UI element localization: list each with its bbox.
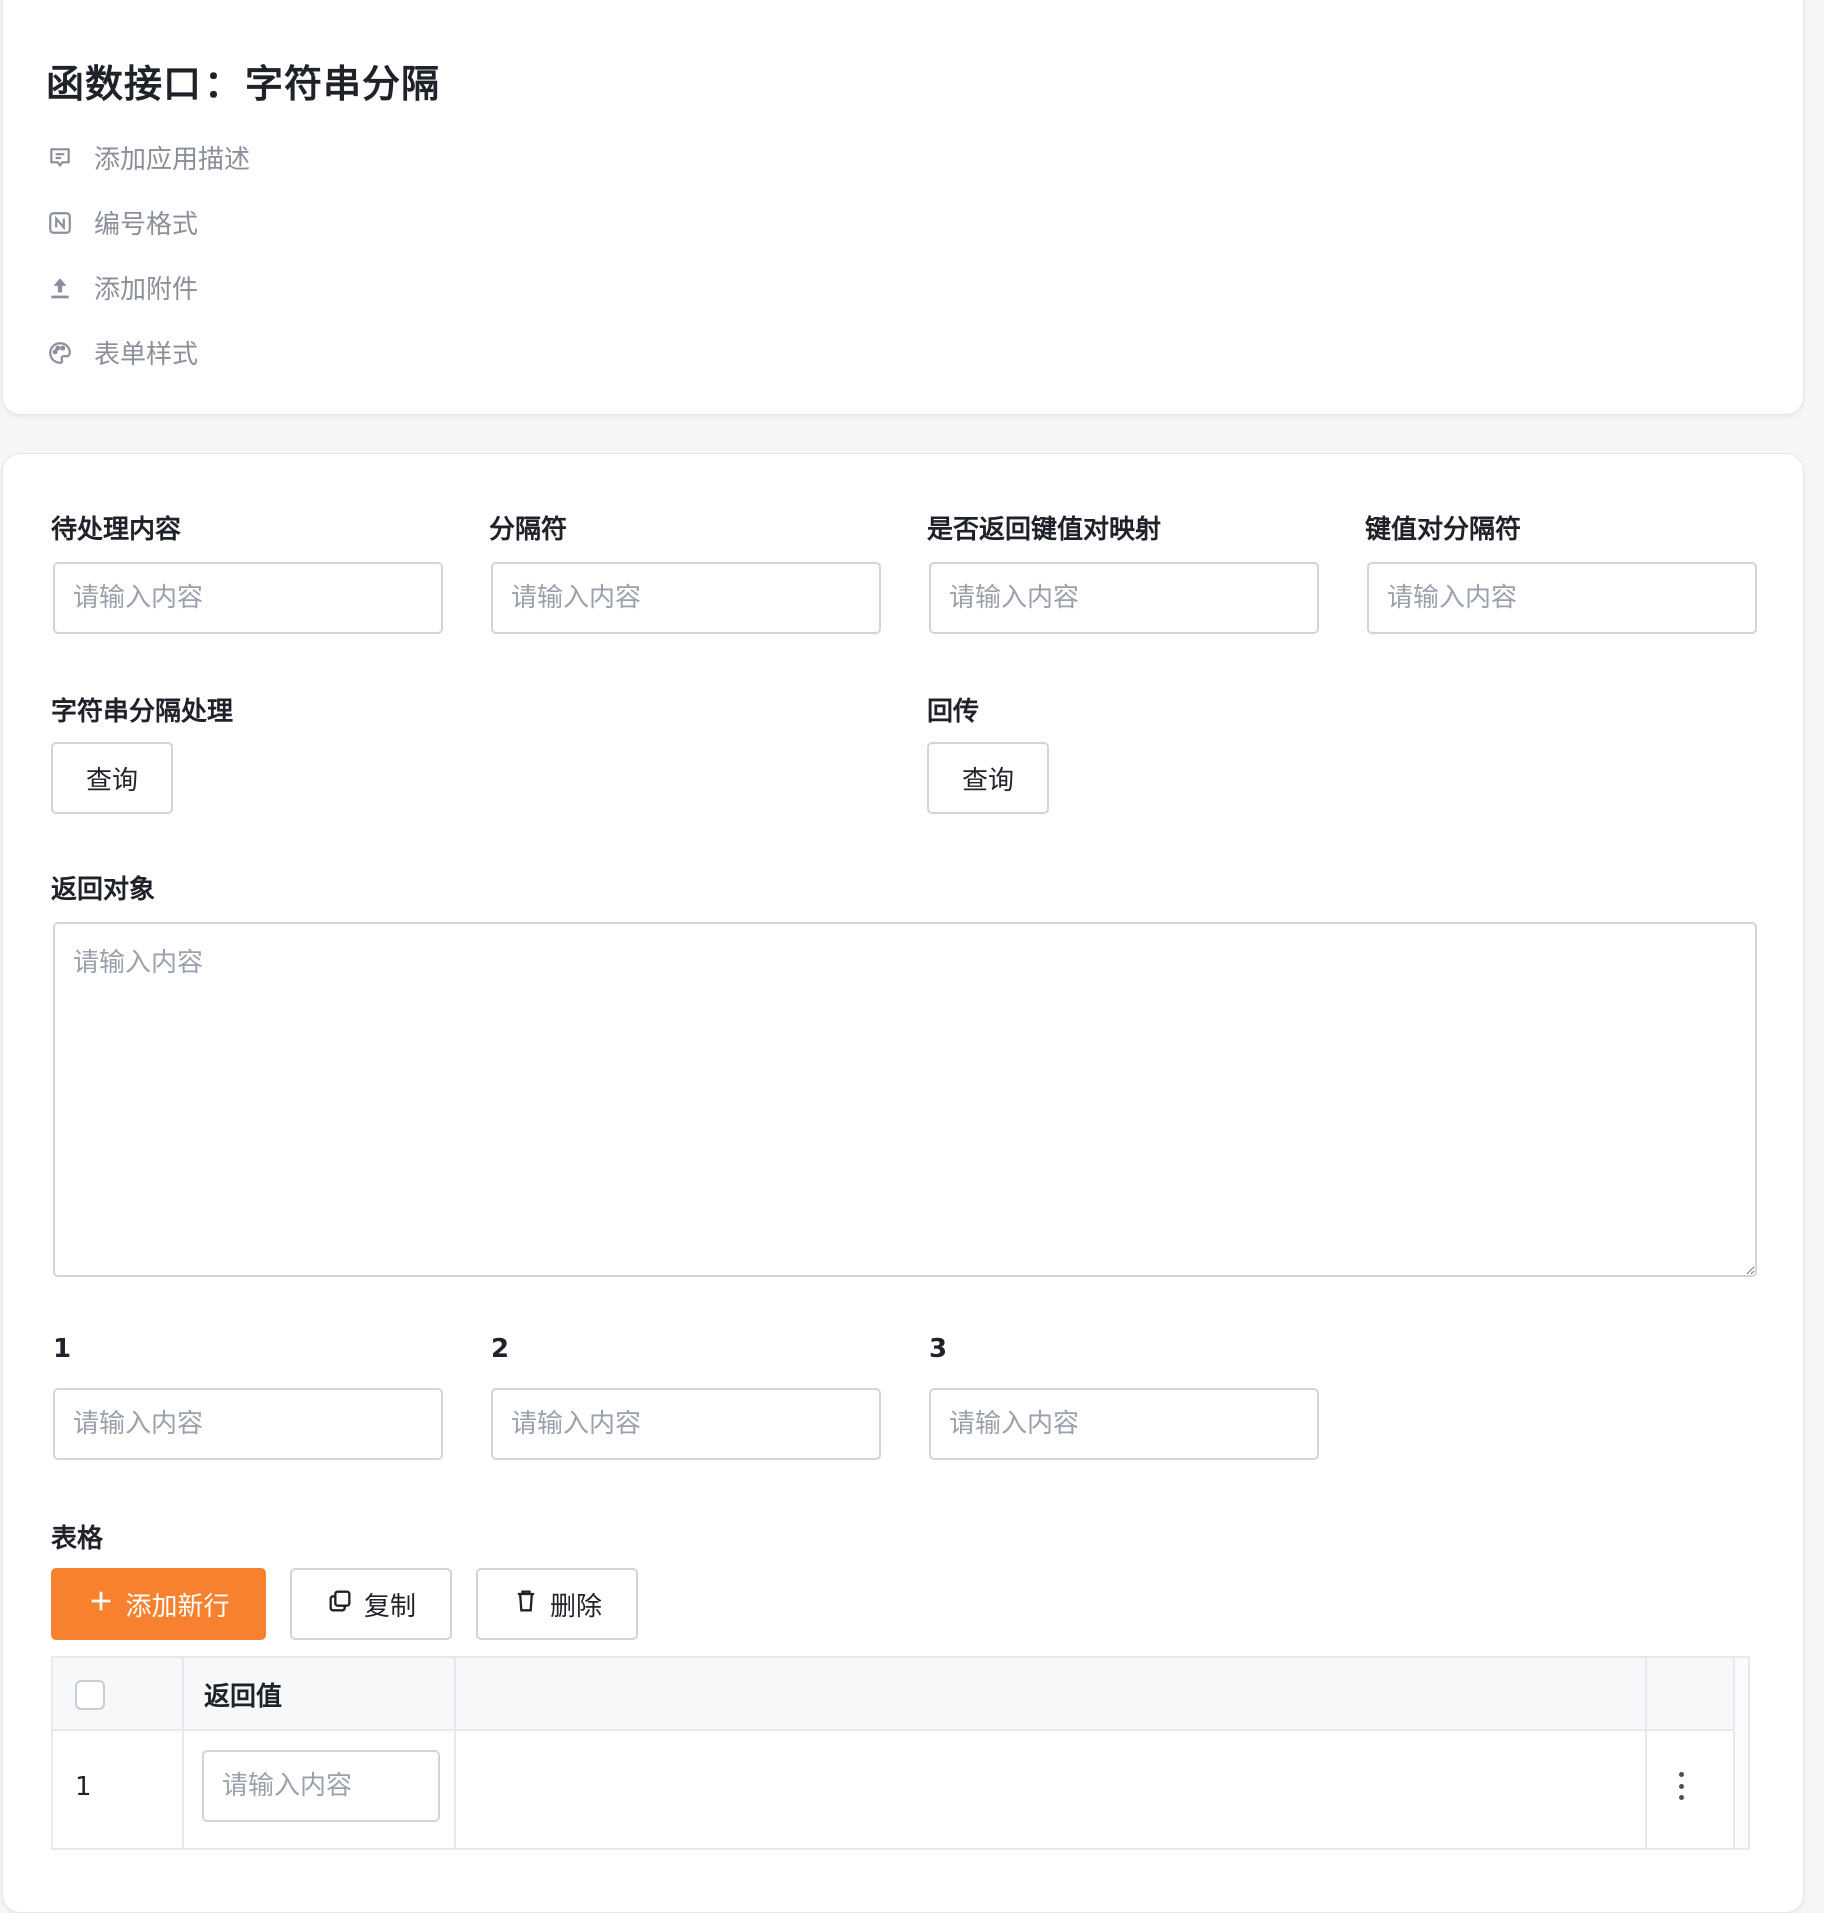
field-label-table: 表格 xyxy=(51,1524,104,1554)
field-label-callback: 回传 xyxy=(927,697,980,727)
return-value-cell-input[interactable] xyxy=(202,1750,440,1822)
callback-query-button[interactable]: 查询 xyxy=(927,742,1049,814)
field-1-input[interactable] xyxy=(53,1388,443,1460)
row-more-menu-icon[interactable] xyxy=(1669,1766,1693,1806)
plus-icon xyxy=(87,1587,115,1622)
return-kv-map-input[interactable] xyxy=(929,562,1319,634)
copy-label: 复制 xyxy=(363,1591,416,1622)
field-label-3: 3 xyxy=(929,1334,948,1364)
copy-icon xyxy=(326,1587,354,1622)
form-style-label: 表单样式 xyxy=(94,340,199,370)
field-label-return-object: 返回对象 xyxy=(51,875,156,905)
column-divider xyxy=(454,1658,456,1848)
field-label-kv-delimiter: 键值对分隔符 xyxy=(1365,515,1522,545)
data-table: 返回值 1 xyxy=(51,1656,1750,1850)
add-attachment-label: 添加附件 xyxy=(94,275,199,305)
form-style-link[interactable]: 表单样式 xyxy=(46,334,198,371)
number-format-icon xyxy=(46,209,74,237)
app-info-card: 函数接口：字符串分隔 添加应用描述 编号格式 添加附件 表单样式 xyxy=(2,0,1804,415)
column-divider xyxy=(182,1658,184,1848)
add-attachment-link[interactable]: 添加附件 xyxy=(46,269,198,306)
column-divider xyxy=(1645,1658,1647,1848)
field-label-delimiter: 分隔符 xyxy=(489,515,568,545)
select-all-checkbox[interactable] xyxy=(75,1680,105,1710)
number-format-link[interactable]: 编号格式 xyxy=(46,204,198,241)
column-header-return-value: 返回值 xyxy=(204,1682,283,1712)
trash-icon xyxy=(512,1587,540,1622)
page-title: 函数接口：字符串分隔 xyxy=(46,53,440,108)
title-name: 字符串分隔 xyxy=(245,62,441,106)
field-label-return-kv-map: 是否返回键值对映射 xyxy=(927,515,1162,545)
delete-button[interactable]: 删除 xyxy=(476,1568,638,1640)
upload-icon xyxy=(46,274,74,302)
add-row-label: 添加新行 xyxy=(125,1591,230,1622)
field-label-string-split: 字符串分隔处理 xyxy=(51,697,234,727)
table-scrollbar[interactable] xyxy=(1733,1658,1748,1848)
title-separator: ： xyxy=(204,62,244,106)
string-split-query-button[interactable]: 查询 xyxy=(51,742,173,814)
add-description-label: 添加应用描述 xyxy=(94,145,251,175)
delimiter-input[interactable] xyxy=(491,562,881,634)
field-label-pending-content: 待处理内容 xyxy=(51,515,182,545)
copy-button[interactable]: 复制 xyxy=(290,1568,452,1640)
add-description-link[interactable]: 添加应用描述 xyxy=(46,139,250,176)
return-object-textarea[interactable] xyxy=(53,922,1757,1277)
field-3-input[interactable] xyxy=(929,1388,1319,1460)
comment-icon xyxy=(46,144,74,172)
pending-content-input[interactable] xyxy=(53,562,443,634)
title-prefix: 函数接口 xyxy=(46,62,203,106)
palette-icon xyxy=(46,339,74,367)
field-2-input[interactable] xyxy=(491,1388,881,1460)
field-label-1: 1 xyxy=(53,1334,72,1364)
field-label-2: 2 xyxy=(491,1334,510,1364)
table-header xyxy=(53,1658,1733,1731)
row-index: 1 xyxy=(75,1772,92,1802)
kv-delimiter-input[interactable] xyxy=(1367,562,1757,634)
number-format-label: 编号格式 xyxy=(94,210,199,240)
delete-label: 删除 xyxy=(549,1591,602,1622)
add-row-button[interactable]: 添加新行 xyxy=(51,1568,266,1640)
